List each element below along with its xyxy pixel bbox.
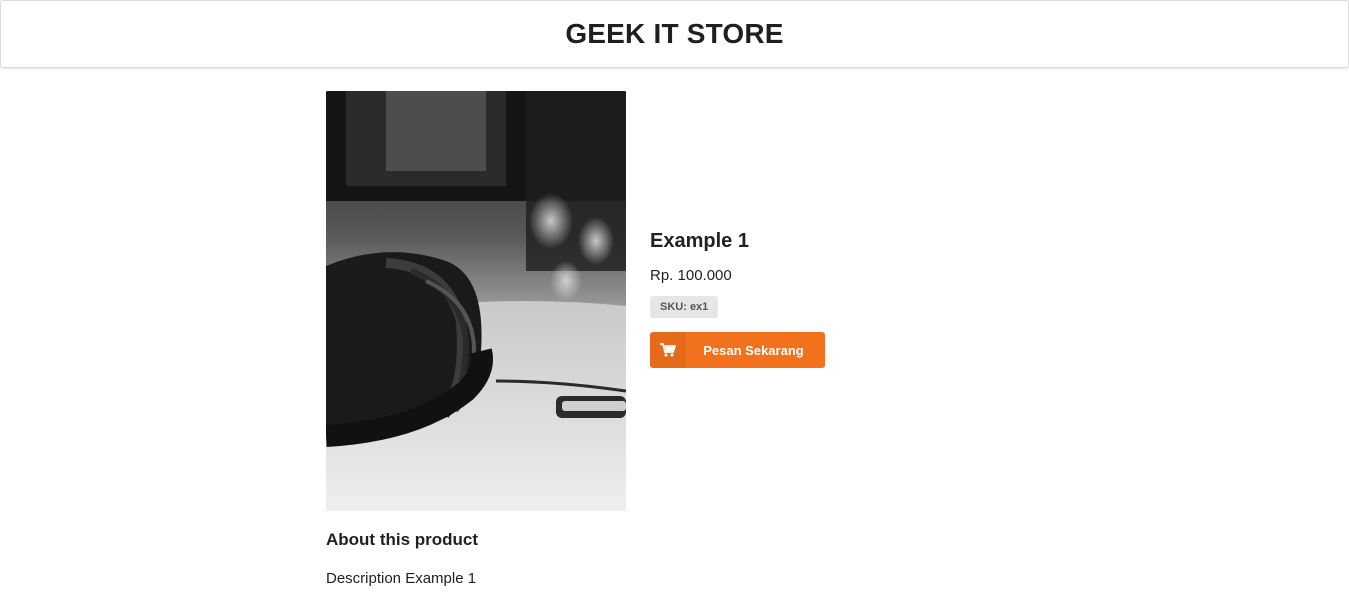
sku-badge: SKU: ex1: [650, 296, 719, 318]
product-description: Description Example 1: [326, 570, 477, 587]
site-header: GEEK IT STORE: [0, 0, 1349, 68]
headphones-photo: [326, 91, 626, 511]
order-now-label: Pesan Sekarang: [703, 342, 804, 358]
product-info: Example 1 Rp. 100.000 SKU: ex1: [650, 230, 749, 318]
product-image: [326, 91, 626, 511]
cart-icon: [650, 332, 686, 368]
store-title: GEEK IT STORE: [565, 18, 784, 49]
order-now-button[interactable]: Pesan Sekarang: [650, 332, 825, 368]
product-name: Example 1: [650, 230, 749, 252]
product-price: Rp. 100.000: [650, 267, 732, 284]
about-product-heading: About this product: [326, 530, 479, 549]
